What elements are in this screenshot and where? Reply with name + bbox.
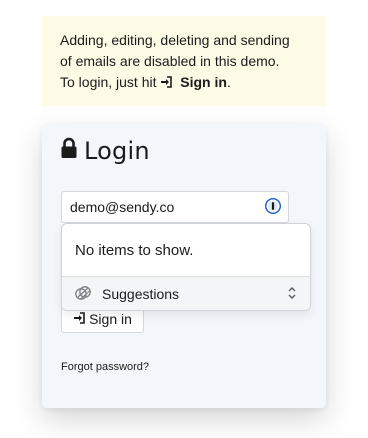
notice-line-1: Adding, editing, deleting and sending <box>60 32 290 48</box>
notice-line-3: To login, just hit Sign in. <box>60 72 308 93</box>
page-title: Login <box>60 136 150 166</box>
sign-in-icon <box>160 74 180 90</box>
notice-line-3-prefix: To login, just hit <box>60 74 157 90</box>
sign-in-label: Sign in <box>89 311 132 327</box>
autofill-dropdown: No items to show. Suggestions <box>61 223 311 311</box>
notice-line-3-suffix: . <box>226 74 231 90</box>
notice-sign-in-label: Sign in <box>180 74 227 90</box>
autofill-empty-message: No items to show. <box>62 224 310 277</box>
email-field[interactable]: demo@sendy.co <box>61 191 289 223</box>
demo-notice: Adding, editing, deleting and sending of… <box>42 16 326 106</box>
sign-in-icon <box>73 311 89 327</box>
lock-icon <box>60 137 84 165</box>
notice-line-2: of emails are disabled in this demo. <box>60 53 280 69</box>
password-manager-icon[interactable] <box>265 197 288 217</box>
email-value: demo@sendy.co <box>70 199 175 215</box>
suggestions-toggle[interactable]: Suggestions <box>62 277 310 310</box>
suggestions-icon <box>74 284 102 305</box>
login-title-text: Login <box>84 137 150 165</box>
chevron-up-down-icon <box>287 286 310 303</box>
forgot-password-link[interactable]: Forgot password? <box>61 361 149 373</box>
suggestions-label: Suggestions <box>102 286 180 302</box>
